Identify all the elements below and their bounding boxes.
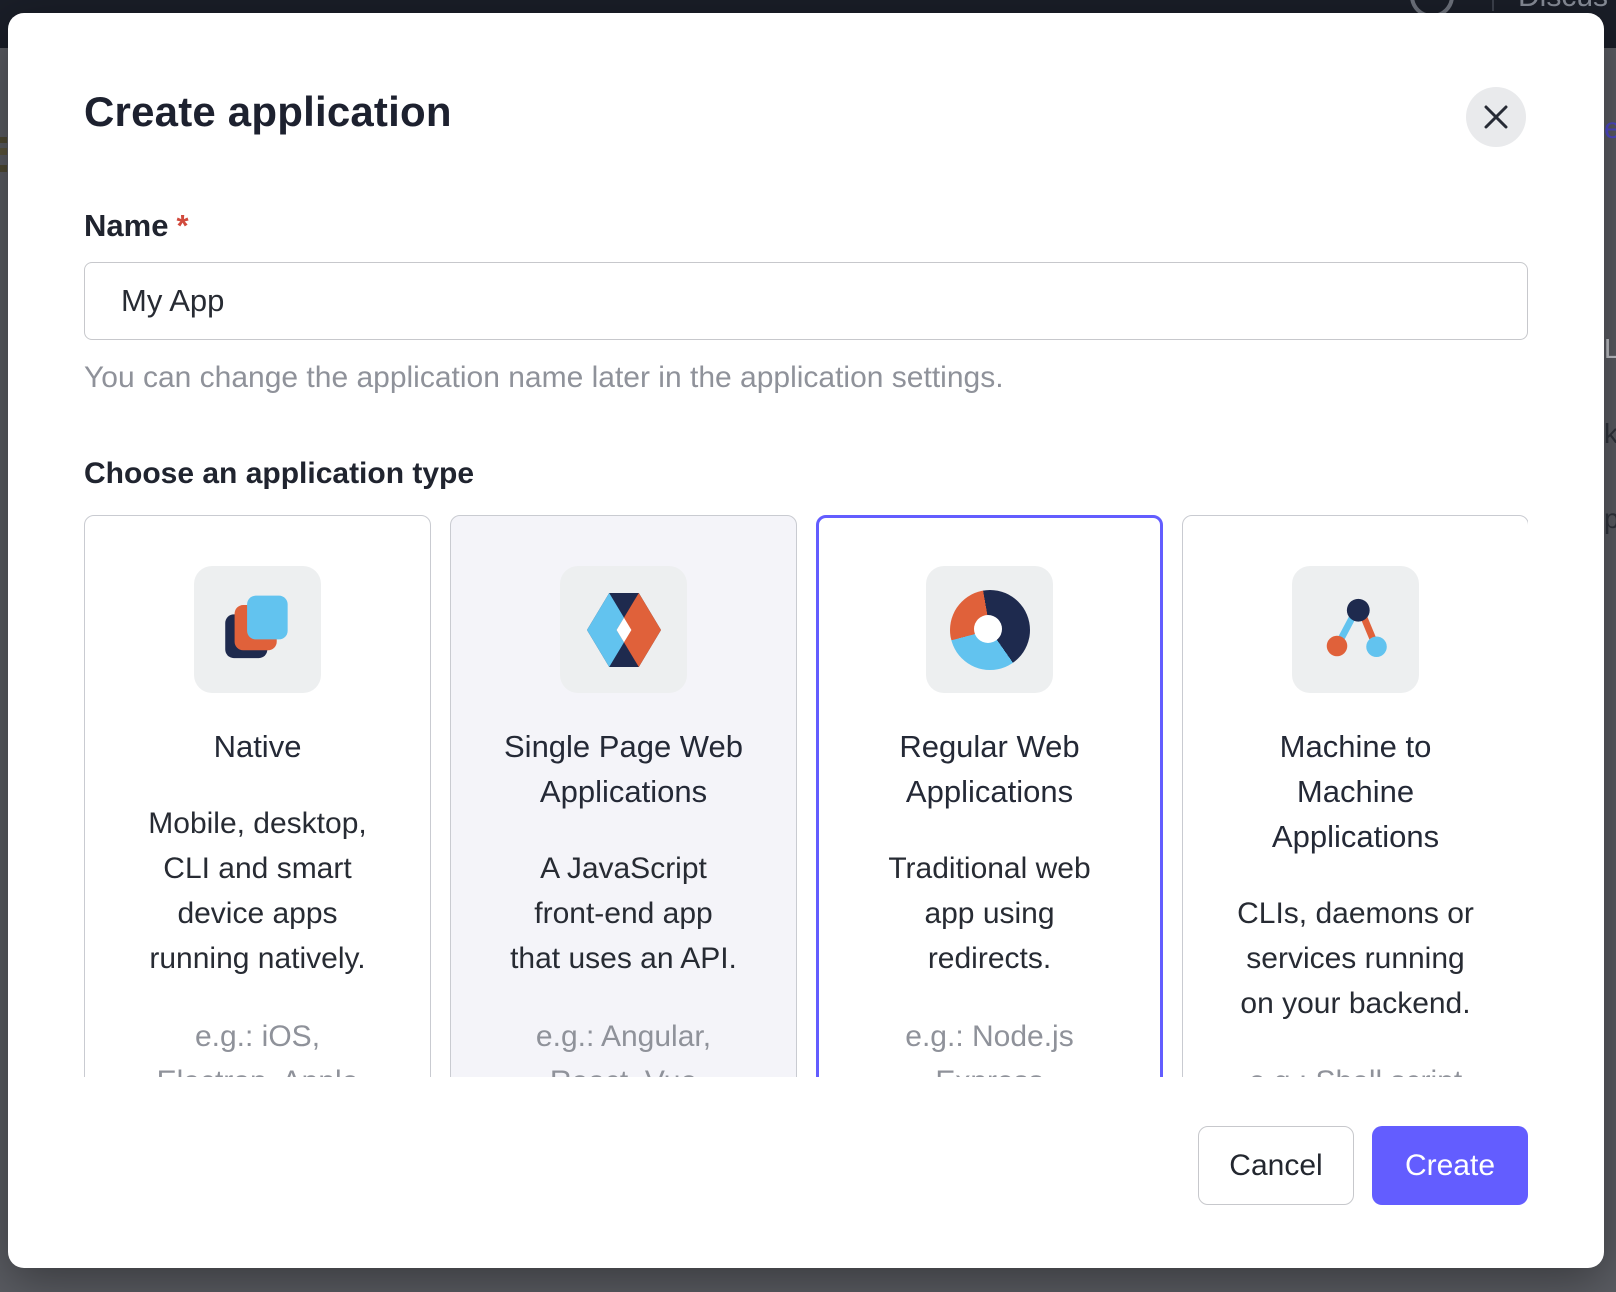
donut-hole <box>974 615 1002 643</box>
discuss-link-fragment: Discus <box>1518 0 1608 14</box>
name-label-text: Name <box>84 208 168 243</box>
card-description: A JavaScriptfront-end appthat uses an AP… <box>451 846 796 981</box>
icon-tile <box>1292 566 1419 693</box>
card-description: CLIs, daemons orservices runningon your … <box>1183 891 1528 1026</box>
background-fragment <box>0 137 7 143</box>
name-helper-text: You can change the application name late… <box>84 358 1528 398</box>
card-examples: e.g.: iOS,Electron, Apple <box>85 1014 430 1077</box>
icon-tile <box>194 566 321 693</box>
card-examples: e.g.: Angular,React, Vue <box>451 1014 796 1077</box>
native-apps-icon <box>219 591 297 669</box>
create-application-dialog: Create application Name* You can change … <box>8 13 1604 1268</box>
create-button[interactable]: Create <box>1372 1126 1528 1205</box>
app-type-card-m2m[interactable]: Machine toMachineApplications CLIs, daemo… <box>1182 515 1528 1077</box>
close-icon <box>1483 104 1509 130</box>
card-title: Native <box>85 724 430 769</box>
app-type-cards: Native Mobile, desktop,CLI and smartdevic… <box>84 515 1528 1077</box>
icon-tile <box>560 566 687 693</box>
regular-web-app-icon <box>950 590 1030 670</box>
required-asterisk: * <box>176 208 188 243</box>
card-examples: e.g.: Node.jsExpress <box>819 1014 1160 1077</box>
app-type-card-native[interactable]: Native Mobile, desktop,CLI and smartdevic… <box>84 515 431 1077</box>
card-title: Machine toMachineApplications <box>1183 724 1528 859</box>
dialog-title: Create application <box>84 87 1528 137</box>
background-text-fragment: p <box>1604 503 1616 535</box>
header-divider <box>1492 0 1494 11</box>
machine-to-machine-icon <box>1318 592 1394 668</box>
app-type-card-regular-web[interactable]: Regular WebApplications Traditional webap… <box>816 515 1163 1077</box>
card-examples: e.g.: Shell script <box>1183 1059 1528 1077</box>
application-type-label: Choose an application type <box>84 454 1528 494</box>
background-fragment <box>0 148 7 155</box>
card-description: Traditional webapp usingredirects. <box>819 846 1160 981</box>
close-button[interactable] <box>1466 87 1526 147</box>
application-name-input[interactable] <box>84 262 1528 340</box>
dialog-footer: Cancel Create <box>84 1126 1528 1205</box>
card-title: Single Page WebApplications <box>451 724 796 814</box>
background-text-fragment: L <box>1604 333 1616 365</box>
background-text-fragment: k <box>1604 418 1616 450</box>
card-description: Mobile, desktop,CLI and smartdevice apps… <box>85 801 430 981</box>
app-type-card-spa[interactable]: Single Page WebApplications A JavaScriptf… <box>450 515 797 1077</box>
background-fragment <box>0 165 7 172</box>
name-field-label: Name* <box>84 207 1528 245</box>
cancel-button[interactable]: Cancel <box>1198 1126 1354 1205</box>
icon-tile <box>926 566 1053 693</box>
background-text-fragment: e <box>1604 112 1616 146</box>
single-page-app-icon <box>587 590 661 670</box>
page: { "backdrop": { "header": { "discuss_fra… <box>0 0 1616 1292</box>
card-title: Regular WebApplications <box>819 724 1160 814</box>
